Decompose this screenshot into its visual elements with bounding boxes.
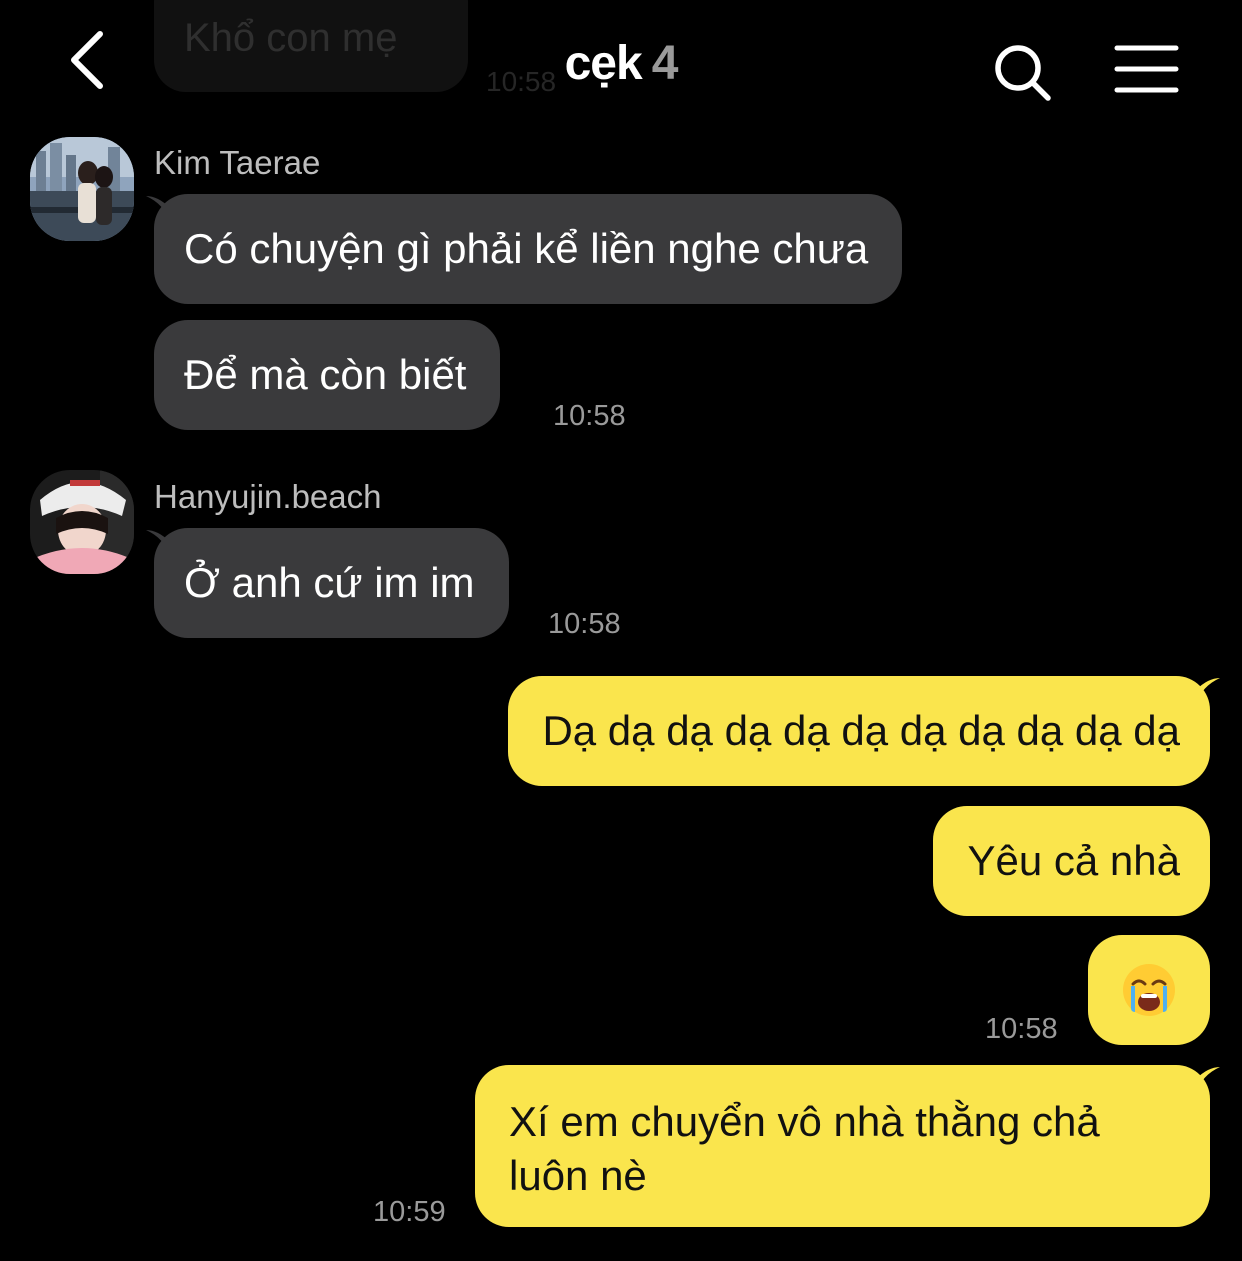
hamburger-menu-icon xyxy=(1114,45,1179,93)
chat-room-name: cẹk xyxy=(564,37,643,90)
menu-button[interactable] xyxy=(1112,40,1182,100)
timestamp: 10:58 xyxy=(985,1013,1058,1045)
search-icon xyxy=(995,45,1051,101)
message-bubble-outgoing[interactable]: Yêu cả nhà xyxy=(933,806,1210,916)
message-bubble-incoming[interactable]: Ở anh cứ im im xyxy=(154,528,509,638)
timestamp: 10:58 xyxy=(553,400,626,432)
message-bubble-outgoing-emoji[interactable] xyxy=(1088,935,1210,1045)
avatar-hanyujin-beach[interactable] xyxy=(30,470,134,574)
search-button[interactable] xyxy=(990,40,1056,106)
sender-name: Hanyujin.beach xyxy=(154,478,382,515)
message-bubble-outgoing[interactable]: Dạ dạ dạ dạ dạ dạ dạ dạ dạ dạ dạ xyxy=(508,676,1210,786)
timestamp: 10:58 xyxy=(548,608,621,640)
loudly-crying-face-emoji xyxy=(1123,964,1175,1016)
message-bubble-incoming[interactable]: Có chuyện gì phải kể liền nghe chưa xyxy=(154,194,903,304)
avatar-kim-taerae[interactable] xyxy=(30,137,134,241)
timestamp: 10:59 xyxy=(373,1196,446,1228)
chat-screen: Khổ con mẹ 10:58 cẹk 4 Kim Taerae Có chu… xyxy=(0,0,1242,1261)
message-bubble-outgoing[interactable]: Xí em chuyển vô nhà thằng chả luôn nè xyxy=(475,1065,1210,1227)
sender-name: Kim Taerae xyxy=(154,144,321,181)
chat-header: cẹk 4 xyxy=(0,0,1242,128)
member-count: 4 xyxy=(651,37,679,90)
message-bubble-incoming[interactable]: Để mà còn biết xyxy=(154,320,501,430)
